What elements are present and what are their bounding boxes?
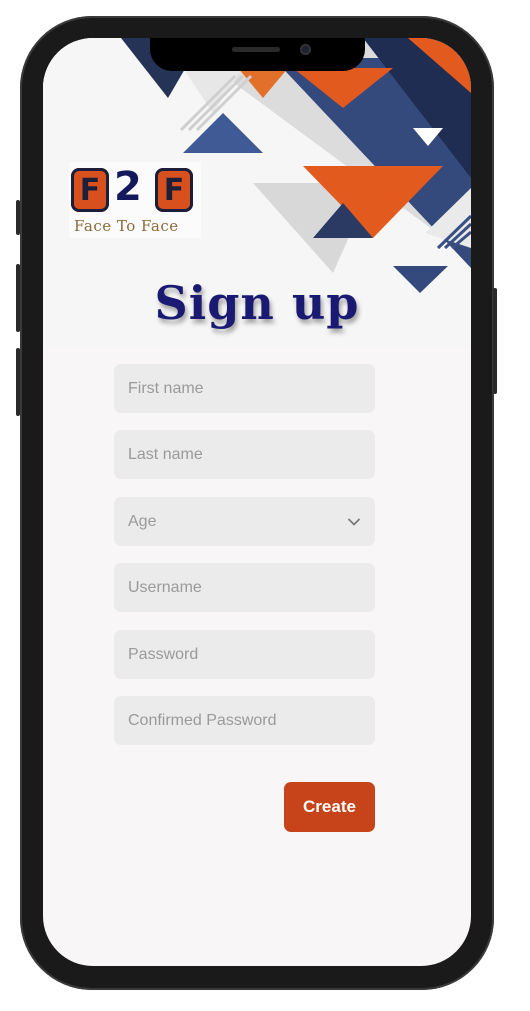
logo-numeral: 2	[114, 164, 142, 210]
age-select-value: Age	[128, 512, 157, 530]
speaker	[232, 47, 280, 52]
password-input[interactable]	[114, 630, 375, 679]
chevron-down-icon	[348, 518, 360, 525]
create-button[interactable]: Create	[284, 782, 375, 832]
logo-f-left-icon: F	[71, 168, 109, 212]
username-input[interactable]	[114, 563, 375, 612]
last-name-input[interactable]	[114, 430, 375, 479]
confirm-password-input[interactable]	[114, 696, 375, 745]
app-logo: F 2 F Face To Face	[69, 162, 201, 238]
front-camera	[300, 44, 311, 55]
first-name-input[interactable]	[114, 364, 375, 413]
logo-tagline: Face To Face	[74, 217, 179, 235]
phone-volume-up	[16, 264, 20, 332]
app-screen: F 2 F Face To Face Sign up Age Create	[43, 38, 471, 966]
phone-mute-switch	[16, 200, 20, 235]
header-banner: F 2 F Face To Face Sign up	[43, 38, 471, 348]
page-title: Sign up	[154, 276, 360, 330]
phone-power-button	[493, 288, 497, 394]
age-select[interactable]: Age	[114, 497, 375, 546]
notch	[150, 38, 365, 71]
phone-volume-down	[16, 348, 20, 416]
logo-f-right-icon: F	[155, 168, 193, 212]
